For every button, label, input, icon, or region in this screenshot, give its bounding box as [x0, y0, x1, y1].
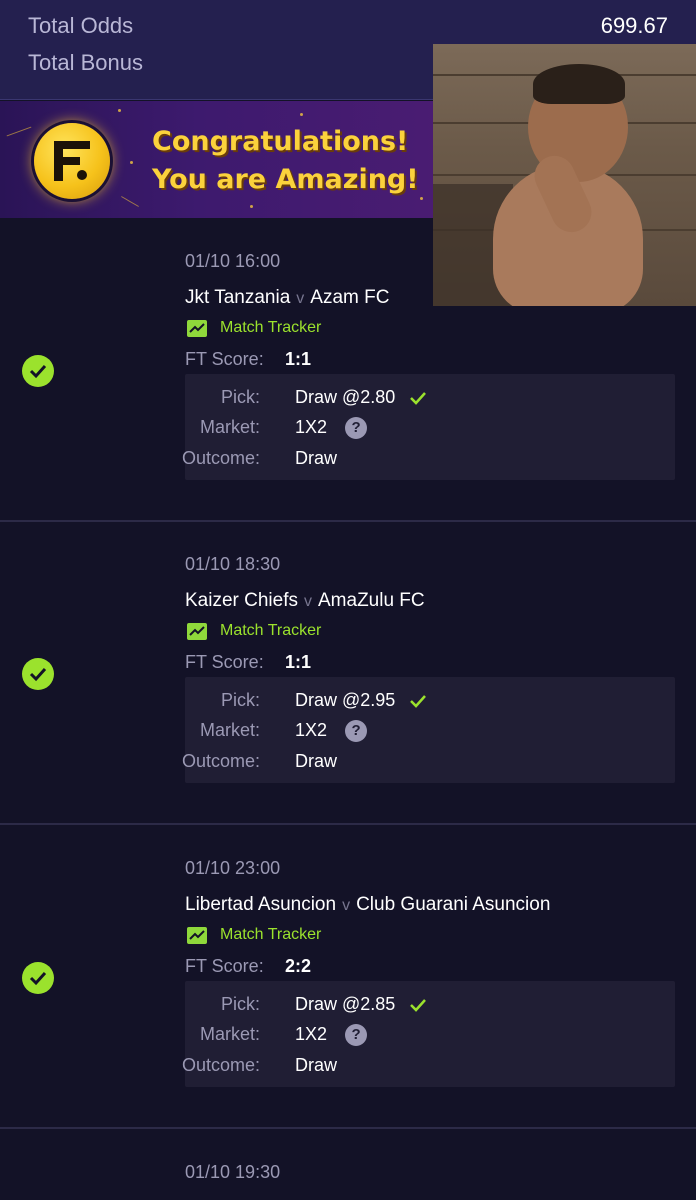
market-value: 1X2?	[295, 417, 368, 440]
match-tracker-link[interactable]: Match Tracker	[187, 621, 321, 641]
match-teams[interactable]: Jkt Tanzania v Azam FC	[185, 287, 389, 309]
away-team: AmaZulu FC	[318, 590, 425, 611]
vs-label: v	[304, 593, 312, 610]
pick-label: Pick:	[220, 690, 260, 710]
congrats-banner: Congratulations! You are Amazing!	[0, 101, 440, 218]
pick-value: Draw @2.85	[295, 994, 427, 1015]
bet-card-3: 01/10 23:00 Libertad Asuncion v Club Guara…	[0, 827, 696, 1129]
market-value: 1X2?	[295, 1024, 368, 1047]
market-label: Market:	[199, 1024, 260, 1044]
pick-value: Draw @2.95	[295, 690, 427, 711]
ft-score-label: FT Score:	[185, 349, 264, 369]
outcome-value: Draw	[295, 751, 338, 771]
home-team: Jkt Tanzania	[185, 287, 291, 308]
chart-icon	[187, 622, 207, 640]
home-team: Kaizer Chiefs	[185, 590, 298, 611]
congrats-line-1: Congratulations!	[152, 126, 409, 157]
help-icon[interactable]: ?	[345, 417, 368, 440]
vs-label: v	[342, 897, 351, 914]
outcome-label: Outcome:	[181, 751, 260, 771]
total-odds-value: 699.67	[600, 13, 668, 38]
match-teams[interactable]: Libertad Asuncion v Club Guarani Asuncion	[185, 894, 550, 916]
congrats-text: Congratulations! You are Amazing!	[152, 123, 437, 199]
chart-icon	[187, 319, 207, 337]
ft-score-value: 2:2	[285, 956, 312, 976]
check-circle-icon	[22, 658, 54, 690]
home-team: Libertad Asuncion	[185, 894, 337, 915]
match-time: 01/10 18:30	[185, 554, 281, 574]
match-time: 01/10 23:00	[185, 858, 281, 878]
market-label: Market:	[199, 417, 260, 437]
congrats-line-2: You are Amazing!	[152, 164, 419, 195]
match-time: 01/10 19:30	[185, 1162, 281, 1182]
bet-details: Pick: Draw @2.95 Market: 1X2? Outcome: D…	[181, 677, 675, 783]
bet-card-1: 01/10 16:00 Jkt Tanzania v Azam FC Match T…	[0, 220, 696, 522]
match-tracker-link[interactable]: Match Tracker	[187, 925, 321, 945]
help-icon[interactable]: ?	[345, 720, 368, 743]
ft-score-label: FT Score:	[185, 956, 264, 976]
pick-value: Draw @2.80	[295, 387, 427, 408]
ft-score-value: 1:1	[285, 652, 312, 672]
away-team: Club Guarani Asuncion	[356, 894, 551, 915]
total-odds-label: Total Odds	[28, 13, 134, 38]
bet-details: Pick: Draw @2.80 Market: 1X2? Outcome: D…	[181, 374, 675, 480]
logo-icon	[34, 123, 110, 199]
match-tracker-link[interactable]: Match Tracker	[187, 318, 321, 338]
pick-label: Pick:	[220, 994, 260, 1014]
checkmark-icon	[410, 392, 427, 406]
total-bonus-label: Total Bonus	[28, 50, 143, 75]
pick-label: Pick:	[220, 387, 260, 407]
match-time: 01/10 16:00	[185, 251, 281, 271]
help-icon[interactable]: ?	[345, 1024, 368, 1047]
check-circle-icon	[22, 962, 54, 994]
market-label: Market:	[199, 720, 260, 740]
checkmark-icon	[410, 999, 427, 1013]
match-tracker-label: Match Tracker	[220, 622, 322, 639]
check-circle-icon	[22, 355, 54, 387]
vs-label: v	[296, 290, 305, 307]
match-tracker-label: Match Tracker	[220, 319, 322, 336]
outcome-label: Outcome:	[181, 448, 260, 468]
chart-icon	[187, 926, 207, 944]
away-team: Azam FC	[310, 287, 390, 308]
bet-card-2: 01/10 18:30 Kaizer Chiefs v AmaZulu FC Mat…	[0, 523, 696, 825]
match-tracker-label: Match Tracker	[220, 926, 322, 943]
ft-score-value: 1:1	[285, 349, 312, 369]
outcome-value: Draw	[295, 448, 338, 468]
checkmark-icon	[410, 695, 427, 709]
match-teams[interactable]: Kaizer Chiefs v AmaZulu FC	[185, 590, 425, 612]
outcome-label: Outcome:	[181, 1055, 260, 1075]
bet-card-4: 01/10 19:30	[0, 1131, 696, 1200]
ft-score-label: FT Score:	[185, 652, 264, 672]
bet-details: Pick: Draw @2.85 Market: 1X2? Outcome: D…	[181, 981, 675, 1087]
market-value: 1X2?	[295, 720, 368, 743]
outcome-value: Draw	[295, 1055, 338, 1075]
